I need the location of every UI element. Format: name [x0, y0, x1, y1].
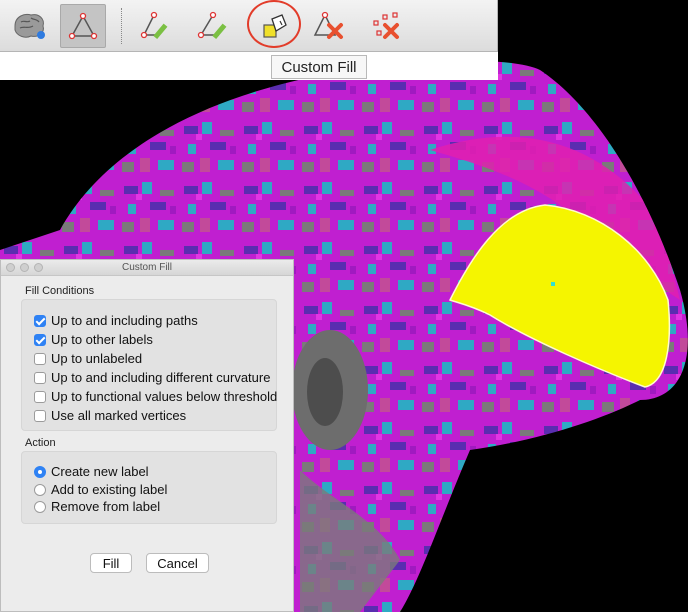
fill-condition-label: Up to unlabeled: [51, 351, 143, 366]
fill-condition-checkbox[interactable]: [34, 333, 46, 346]
toolbar-brain-button[interactable]: [6, 4, 52, 48]
close-window-button[interactable]: [6, 263, 15, 272]
action-row[interactable]: Remove from label: [34, 499, 160, 514]
toolbar-separator: [121, 8, 122, 44]
fill-condition-row[interactable]: Up to unlabeled: [34, 351, 142, 366]
toolbar-edit-path-button[interactable]: [133, 4, 179, 48]
toolbar-tooltip-strip: [0, 52, 498, 80]
custom-fill-dialog: Custom Fill Fill Conditions Up to and in…: [0, 259, 294, 612]
clear-marks-icon: [373, 12, 399, 39]
fill-conditions-heading: Fill Conditions: [25, 285, 95, 297]
edit-path-alt-icon: [197, 11, 227, 40]
action-label: Create new label: [51, 464, 149, 479]
dialog-titlebar[interactable]: Custom Fill: [1, 260, 293, 276]
minimize-window-button[interactable]: [20, 263, 29, 272]
action-heading: Action: [25, 437, 56, 449]
fill-condition-row[interactable]: Up to and including different curvature: [34, 370, 270, 385]
toolbar-edit-path-alt-button[interactable]: [190, 4, 236, 48]
edit-path-icon: [140, 11, 168, 40]
action-label: Remove from label: [51, 499, 161, 514]
toolbar-draw-path-button[interactable]: [60, 4, 106, 48]
fill-condition-checkbox[interactable]: [34, 409, 46, 422]
fill-condition-label: Up to and including paths: [51, 313, 198, 328]
fill-condition-label: Use all marked vertices: [51, 408, 187, 423]
zoom-window-button[interactable]: [34, 263, 43, 272]
fill-condition-checkbox[interactable]: [34, 352, 46, 365]
tooltip: Custom Fill: [271, 55, 367, 79]
fill-condition-row[interactable]: Up to and including paths: [34, 313, 198, 328]
action-row[interactable]: Add to existing label: [34, 482, 167, 497]
action-group: Create new label Add to existing label R…: [21, 451, 277, 524]
toolbar-delete-path-button[interactable]: [305, 4, 351, 48]
fill-condition-checkbox[interactable]: [34, 390, 46, 403]
fill-condition-row[interactable]: Up to other labels: [34, 332, 153, 347]
fill-condition-row[interactable]: Use all marked vertices: [34, 408, 186, 423]
action-radio[interactable]: [34, 465, 46, 478]
action-label: Add to existing label: [51, 482, 168, 497]
triangle-path-icon: [68, 12, 98, 40]
action-radio[interactable]: [34, 483, 46, 496]
fill-conditions-group: Up to and including paths Up to other la…: [21, 299, 277, 431]
fill-condition-label: Up to and including different curvature: [51, 370, 271, 385]
action-row[interactable]: Create new label: [34, 464, 149, 479]
delete-path-icon: [313, 11, 343, 39]
dialog-title: Custom Fill: [121, 262, 172, 273]
fill-button[interactable]: Fill: [90, 553, 132, 573]
toolbar-clear-marks-button[interactable]: [363, 4, 409, 48]
fill-condition-label: Up to functional values below threshold: [51, 389, 278, 404]
fill-condition-checkbox[interactable]: [34, 314, 46, 327]
cancel-button[interactable]: Cancel: [146, 553, 209, 573]
brain-icon: [14, 13, 45, 39]
fill-condition-row[interactable]: Up to functional values below threshold: [34, 389, 277, 404]
fill-condition-checkbox[interactable]: [34, 371, 46, 384]
fill-condition-label: Up to other labels: [51, 332, 153, 347]
highlight-ring: [247, 0, 301, 48]
action-radio[interactable]: [34, 500, 46, 513]
